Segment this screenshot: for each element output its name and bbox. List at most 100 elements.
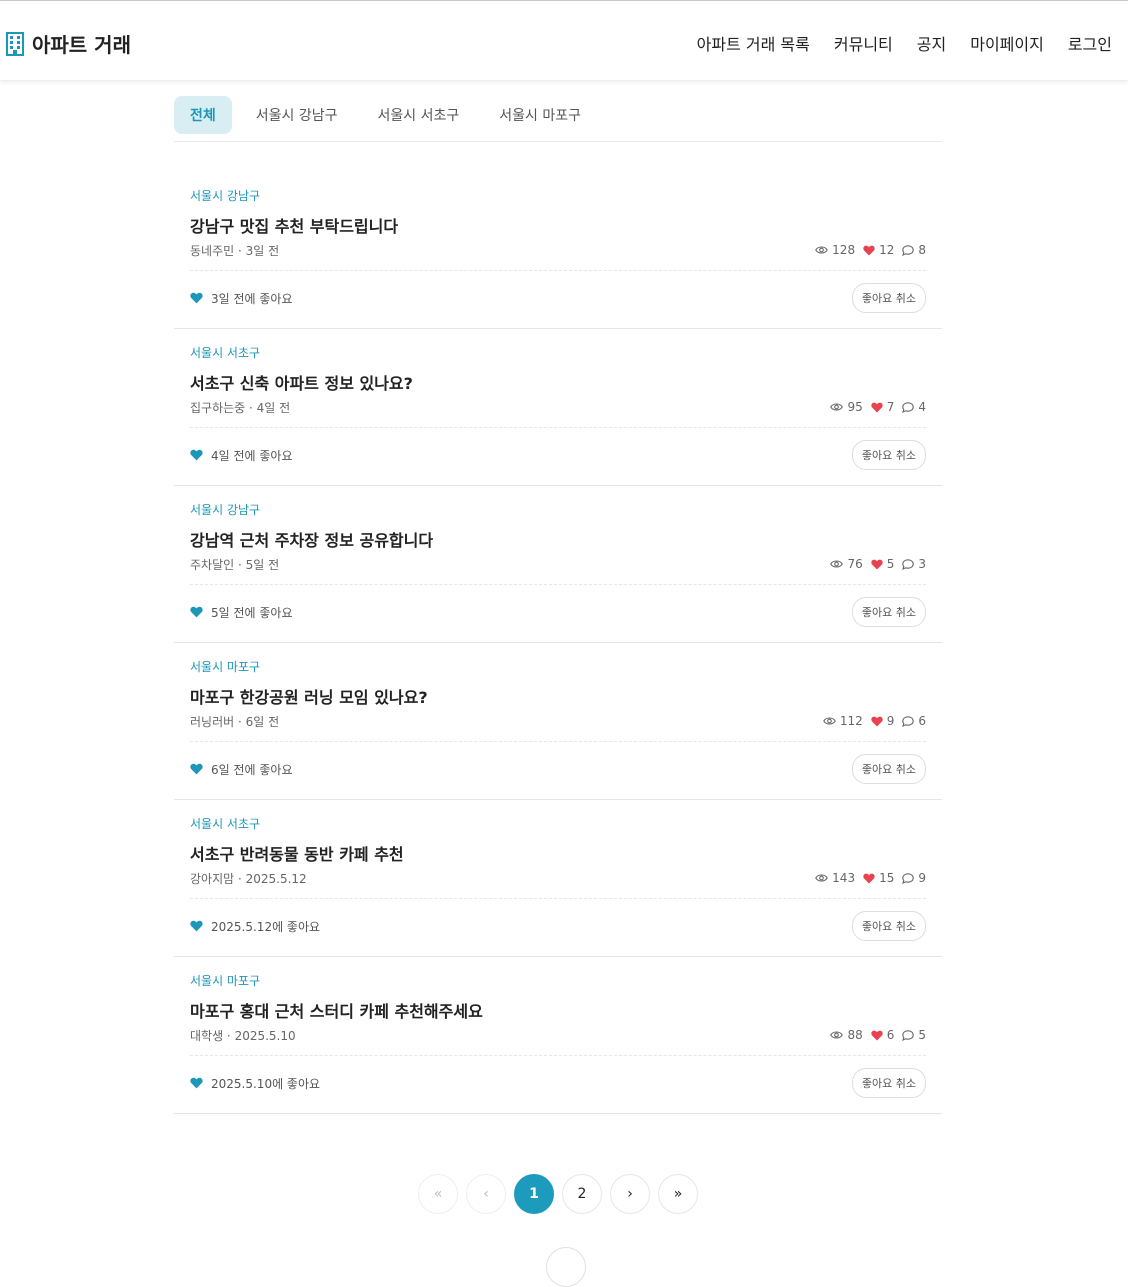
page-button-1[interactable]: 1 [514,1174,554,1214]
view-count: 128 [832,243,856,257]
last-page-button[interactable]: » [658,1174,698,1214]
post-region: 서울시 서초구 [190,817,261,831]
unlike-button[interactable]: 좋아요 취소 [851,911,926,941]
first-page-button[interactable]: « [418,1174,458,1214]
tab-seocho[interactable]: 서울시 서초구 [362,96,476,134]
like-stat: 6 [871,1028,894,1042]
heart-icon [863,245,875,255]
post-meta-row: 강아지맘 · 2025.5.12 143 15 9 [190,870,926,886]
view-count: 95 [847,400,863,414]
unlike-button[interactable]: 좋아요 취소 [851,597,926,627]
view-count: 112 [839,714,863,728]
like-stat: 9 [871,714,895,728]
like-row: 2025.5.12에 좋아요 좋아요 취소 [190,899,926,953]
comment-stat: 6 [902,714,926,728]
like-count: 9 [886,714,895,728]
eye-icon [822,717,836,725]
view-stat: 95 [830,400,863,414]
eye-icon [815,246,829,254]
comment-stat: 8 [902,243,926,257]
liked-date: 3일 전에 좋아요 [211,291,293,306]
region-tabs: 전체 서울시 강남구 서울시 서초구 서울시 마포구 [174,95,942,142]
heart-icon [871,402,883,412]
like-stat: 7 [871,400,894,414]
liked-date: 5일 전에 좋아요 [211,605,293,620]
prev-page-button[interactable]: ‹ [466,1174,506,1214]
comment-icon [902,558,915,570]
liked-post-list: 서울시 강남구 강남구 맛집 추천 부탁드립니다 동네주민 · 3일 전 128… [174,172,942,1114]
unlike-button[interactable]: 좋아요 취소 [851,440,926,470]
post-item[interactable]: 서울시 서초구 서초구 반려동물 동반 카페 추천 강아지맘 · 2025.5.… [174,800,942,957]
tab-mapo[interactable]: 서울시 마포구 [483,96,597,134]
comment-stat: 4 [902,400,926,414]
eye-icon [830,1031,844,1039]
liked-info: 2025.5.10에 좋아요 [190,1075,320,1092]
unlike-button[interactable]: 좋아요 취소 [851,283,926,313]
post-stats: 76 5 3 [830,557,926,571]
post-author-date: 동네주민 · 3일 전 [190,243,280,258]
nav-apartment-trades[interactable]: 아파트 거래 목록 [697,31,810,55]
liked-date: 6일 전에 좋아요 [211,762,293,777]
comment-count: 3 [918,557,926,571]
nav-notice[interactable]: 공지 [917,31,946,55]
post-item[interactable]: 서울시 마포구 마포구 홍대 근처 스터디 카페 추천해주세요 대학생 · 20… [174,957,942,1114]
post-item[interactable]: 서울시 강남구 강남구 맛집 추천 부탁드립니다 동네주민 · 3일 전 128… [174,172,942,329]
comment-count: 6 [918,714,926,728]
post-title[interactable]: 서초구 반려동물 동반 카페 추천 [190,841,926,864]
unlike-button[interactable]: 좋아요 취소 [851,1068,926,1098]
comment-stat: 9 [902,871,926,885]
liked-info: 6일 전에 좋아요 [190,761,293,778]
post-title[interactable]: 마포구 한강공원 러닝 모임 있나요? [190,684,926,707]
liked-heart-icon [190,449,203,461]
post-region: 서울시 서초구 [190,346,261,360]
brand[interactable]: 아파트 거래 [6,29,131,58]
like-stat: 5 [871,557,894,571]
post-stats: 112 9 6 [822,714,926,728]
view-stat: 88 [830,1028,863,1042]
post-meta-row: 주차달인 · 5일 전 76 5 3 [190,556,926,572]
post-item[interactable]: 서울시 마포구 마포구 한강공원 러닝 모임 있나요? 러닝러버 · 6일 전 … [174,643,942,800]
liked-heart-icon [190,920,203,932]
liked-heart-icon [190,763,203,775]
scroll-top-button[interactable] [546,1247,586,1287]
post-stats: 128 12 8 [815,243,926,257]
post-region: 서울시 마포구 [190,660,261,674]
like-stat: 12 [863,243,894,257]
comment-count: 4 [918,400,926,414]
comment-icon [902,715,915,727]
post-item[interactable]: 서울시 강남구 강남역 근처 주차장 정보 공유합니다 주차달인 · 5일 전 … [174,486,942,643]
like-row: 2025.5.10에 좋아요 좋아요 취소 [190,1056,926,1110]
tab-gangnam[interactable]: 서울시 강남구 [240,96,354,134]
post-author-date: 러닝러버 · 6일 전 [190,714,280,729]
post-meta-row: 동네주민 · 3일 전 128 12 8 [190,242,926,258]
comment-count: 9 [918,871,926,885]
post-item[interactable]: 서울시 서초구 서초구 신축 아파트 정보 있나요? 집구하는중 · 4일 전 … [174,329,942,486]
nav-login[interactable]: 로그인 [1068,31,1112,55]
building-icon [6,31,24,56]
tab-all[interactable]: 전체 [174,95,232,134]
unlike-button[interactable]: 좋아요 취소 [851,754,926,784]
page-button-2[interactable]: 2 [562,1174,602,1214]
site-header: 아파트 거래 아파트 거래 목록 커뮤니티 공지 마이페이지 로그인 [0,1,1128,81]
liked-info: 2025.5.12에 좋아요 [190,918,320,935]
eye-icon [815,874,829,882]
post-title[interactable]: 강남역 근처 주차장 정보 공유합니다 [190,527,926,550]
nav-mypage[interactable]: 마이페이지 [970,31,1044,55]
post-author-date: 집구하는중 · 4일 전 [190,400,291,415]
nav-community[interactable]: 커뮤니티 [834,31,893,55]
post-title[interactable]: 서초구 신축 아파트 정보 있나요? [190,370,926,393]
post-title[interactable]: 마포구 홍대 근처 스터디 카페 추천해주세요 [190,998,926,1021]
like-row: 6일 전에 좋아요 좋아요 취소 [190,742,926,796]
liked-heart-icon [190,606,203,618]
post-stats: 95 7 4 [830,400,926,414]
post-stats: 143 15 9 [815,871,926,885]
heart-icon [863,873,875,883]
like-stat: 15 [863,871,894,885]
liked-heart-icon [190,292,203,304]
like-row: 3일 전에 좋아요 좋아요 취소 [190,271,926,325]
comment-icon [902,244,915,256]
post-meta-row: 대학생 · 2025.5.10 88 6 5 [190,1027,926,1043]
post-title[interactable]: 강남구 맛집 추천 부탁드립니다 [190,213,926,236]
next-page-button[interactable]: › [610,1174,650,1214]
post-author-date: 강아지맘 · 2025.5.12 [190,871,307,886]
